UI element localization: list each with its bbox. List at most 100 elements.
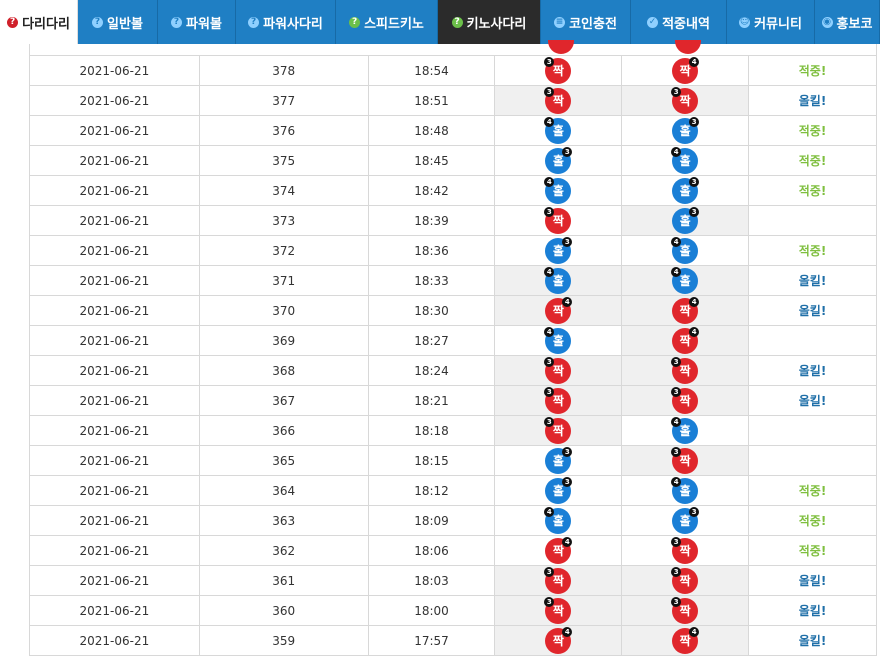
result-cell: 적중! [749,236,876,265]
pick-cell: 3홀 [622,206,750,235]
tab-0[interactable]: ? 다리다리 [0,0,78,44]
pick-cell: 4짝 [495,536,623,565]
date-cell: 2021-06-21 [30,506,200,535]
table-row: 2021-06-21 375 18:45 3 홀 4 홀 적중! [30,146,876,176]
pick-cell: 4짝 [622,326,750,355]
checkbox-icon: ✓ [647,16,659,28]
ball-count-badge: 3 [562,476,573,487]
time-cell: 17:57 [369,626,496,655]
date-cell: 2021-06-21 [30,626,200,655]
odd-ball: 4홀 [544,506,572,534]
round-cell: 360 [200,596,369,625]
odd-ball: 3홀 [672,176,700,204]
table-row: 2021-06-21 362 18:06 4 짝 3 짝 적중! [30,536,876,566]
ball-count-badge: 3 [689,176,700,187]
pick-cell: 4짝 [622,296,750,325]
round-cell: 377 [200,86,369,115]
tab-1[interactable]: ? 일반볼 [78,0,158,44]
pick-cell: 3짝 [495,56,623,85]
results-table: 2021-06-21 378 18:54 3 짝 4 짝 적중! 2021-06-21 377 18… [29,40,877,656]
odd-ball: 4홀 [544,116,572,144]
pick-cell: 3홀 [622,116,750,145]
result-label: 올킬! [798,604,827,618]
ball-count-badge: 4 [562,296,573,307]
table-row: 2021-06-21 377 18:51 3 짝 3 짝 올킬! [30,86,876,116]
result-cell: 적중! [749,56,876,85]
odd-ball: 4홀 [544,326,572,354]
even-ball: 3짝 [544,356,572,384]
pick-cell: 3짝 [495,596,623,625]
even-ball: 4짝 [672,56,700,84]
date-cell: 2021-06-21 [30,146,200,175]
table-row: 2021-06-21 365 18:15 3 홀 3 짝 [30,446,876,476]
smile-icon: ☺ [739,16,751,28]
result-cell: 적중! [749,176,876,205]
round-cell: 374 [200,176,369,205]
ball-count-badge: 3 [689,206,700,217]
ball-label: 짝 [552,394,564,408]
round-cell: 365 [200,446,369,475]
tab-8[interactable]: ☺ 커뮤니티 [727,0,815,44]
pick-cell: 3홀 [495,236,623,265]
round-cell: 359 [200,626,369,655]
even-ball: 4짝 [672,626,700,654]
result-label: 올킬! [798,364,827,378]
ball-count-badge: 3 [544,86,555,97]
pick-cell: 3홀 [622,506,750,535]
even-ball: 4짝 [672,296,700,324]
result-cell: 적중! [749,116,876,145]
even-ball: 3짝 [544,86,572,114]
tab-5[interactable]: ? 키노사다리 [438,0,541,44]
ball-count-badge: 4 [689,56,700,67]
result-cell: 올킬! [749,626,876,655]
even-ball: 3짝 [544,386,572,414]
odd-ball: 3홀 [545,476,573,504]
tab-6[interactable]: ≡ 코인충전 [541,0,631,44]
result-label: 적중! [798,544,827,558]
pick-cell: 4홀 [495,506,623,535]
odd-ball: 4홀 [671,266,699,294]
odd-ball: 4홀 [671,236,699,264]
ball-label: 짝 [679,394,691,408]
ball-label: 홀 [552,514,564,528]
ball-count-badge: 4 [689,626,700,637]
result-cell [749,416,876,445]
tab-3[interactable]: ? 파워사다리 [236,0,336,44]
table-row: 2021-06-21 374 18:42 4 홀 3 홀 적중! [30,176,876,206]
odd-ball: 4홀 [671,476,699,504]
time-cell: 18:15 [369,446,496,475]
even-ball: 3짝 [671,386,699,414]
tab-2[interactable]: ? 파워볼 [158,0,236,44]
pick-cell: 3짝 [495,206,623,235]
tab-4[interactable]: ? 스피드키노 [336,0,438,44]
round-cell: 364 [200,476,369,505]
question-icon: ? [248,16,260,28]
time-cell: 18:09 [369,506,496,535]
ball-count-badge: 3 [671,356,682,367]
round-cell: 376 [200,116,369,145]
ball-count-badge: 3 [544,596,555,607]
pick-cell: 4짝 [622,56,750,85]
tab-9[interactable]: ◉ 홍보코 [815,0,880,44]
result-cell: 적중! [749,506,876,535]
result-cell: 올킬! [749,266,876,295]
tab-7[interactable]: ✓ 적중내역 [631,0,727,44]
tab-label: 파워볼 [186,16,222,32]
time-cell: 18:03 [369,566,496,595]
round-cell: 372 [200,236,369,265]
date-cell: 2021-06-21 [30,386,200,415]
even-ball: 3짝 [544,56,572,84]
time-cell: 18:36 [369,236,496,265]
odd-ball: 3홀 [672,506,700,534]
table-row: 2021-06-21 376 18:48 4 홀 3 홀 적중! [30,116,876,146]
ball-count-badge: 4 [689,296,700,307]
time-cell: 18:12 [369,476,496,505]
pick-cell: 3짝 [622,446,750,475]
even-ball: 3짝 [671,596,699,624]
ball-count-badge: 3 [544,566,555,577]
ball-count-badge: 3 [544,386,555,397]
date-cell: 2021-06-21 [30,326,200,355]
round-cell: 368 [200,356,369,385]
ball-label: 짝 [679,454,691,468]
ball-count-badge: 3 [671,386,682,397]
